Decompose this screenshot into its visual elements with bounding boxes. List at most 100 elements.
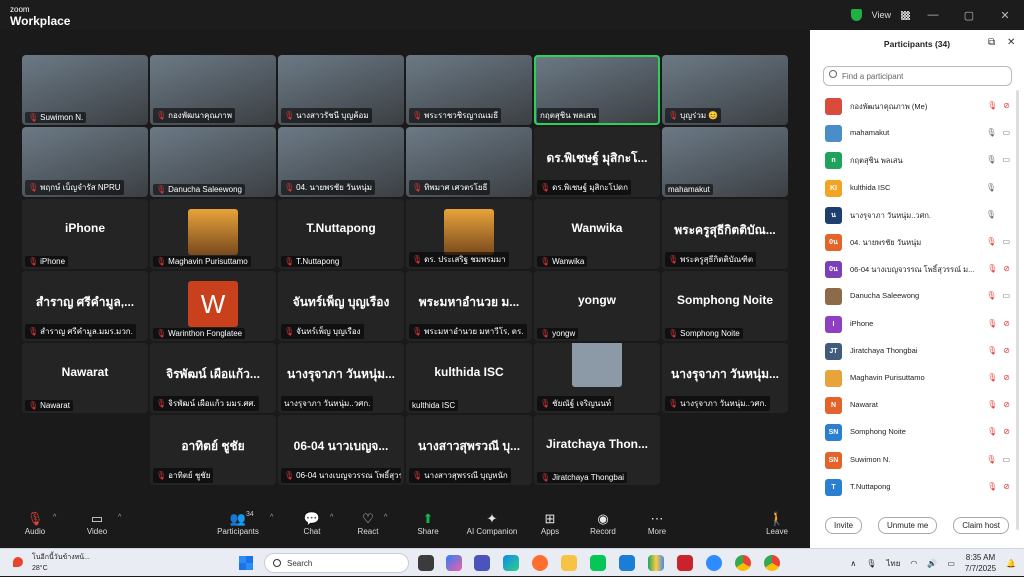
audio-caret-icon[interactable]: ^ [53,514,56,521]
participant-tile[interactable]: 🎙 นางสาวรัชนี บุญค้อม [278,55,404,125]
participant-tile[interactable]: Nawarat 🎙 Nawarat [22,343,148,413]
video-caret-icon[interactable]: ^ [118,514,121,521]
participant-tile[interactable]: 🎙 กองพัฒนาคุณภาพ [150,55,276,125]
participant-tile[interactable]: 🎙 ดร. ประเสริฐ ชมพรมมา [406,199,532,269]
edge-icon[interactable] [503,555,519,571]
invite-button[interactable]: Invite [825,517,863,534]
participant-row[interactable]: SN Suwimon N. 🎙 ▭ [810,447,1024,474]
participant-tile[interactable]: พระมหาอำนวย ม... 🎙 พระมหาอำนวย มหาวีโร, ดร… [406,271,532,341]
participant-tile[interactable]: yongw 🎙 yongw [534,271,660,341]
line-icon[interactable] [590,555,606,571]
participant-row[interactable]: น นางรุจาภา วันหนุ่ม..วศก. 🎙 [810,202,1024,229]
ai-companion-button[interactable]: ✦ AI Companion [462,511,522,536]
participant-row[interactable]: T T.Nuttapong 🎙 ⊘ [810,474,1024,501]
more-button[interactable]: ⋯ More [627,511,687,536]
participant-tile[interactable]: 06-04 นาวเบญจ... 🎙 06-04 นางเบญจวรรณ โพธิ์… [278,415,404,485]
participant-tile[interactable]: นางรุจาภา วันหนุ่ม... 🎙 นางรุจาภา วันหนุ่ม… [662,343,788,413]
participant-tile[interactable]: 🎙 ชัยณัฐ์ เจริญนนท์ [534,343,660,413]
leave-button[interactable]: 🚶 Leave [747,511,807,536]
participants-caret-icon[interactable]: ^ [270,514,273,521]
task-view-icon[interactable] [418,555,434,571]
close-panel-icon[interactable]: ✕ [1007,37,1015,48]
wifi-icon[interactable]: ◠ [910,559,917,568]
mcafee-icon[interactable] [677,555,693,571]
participant-tile[interactable]: 🎙 ทิพมาศ เศวตรโยธี [406,127,532,197]
chrome-icon[interactable] [735,555,751,571]
shield-icon[interactable] [850,9,862,21]
participant-tile[interactable]: Somphong Noite 🎙 Somphong Noite [662,271,788,341]
zoom-icon[interactable] [706,555,722,571]
record-button[interactable]: ◉ Record [573,511,633,536]
participant-tile[interactable]: นางสาวสุพรวณี บุ... 🎙 นางสาวสุพรรณี บุญหนั… [406,415,532,485]
participant-tile[interactable]: mahamakut [662,127,788,197]
copilot-icon[interactable] [446,555,462,571]
participant-row[interactable]: กองพัฒนาคุณภาพ (Me) 🎙 ⊘ [810,93,1024,120]
participant-row[interactable]: mahamakut 🎙 ▭ [810,120,1024,147]
participant-tile[interactable]: W 🎙 Warinthon Fonglatee [150,271,276,341]
participant-row[interactable]: 0น 06-04 นางเบญจวรรณ โพธิ์สุวรรณ์ ม... 🎙 ⊘ [810,256,1024,283]
participant-tile[interactable]: Jiratchaya Thon... 🎙 Jiratchaya Thongbai [534,415,660,485]
taskbar-search[interactable]: Search [264,553,409,573]
view-button[interactable]: View [872,10,891,20]
chevron-up-icon[interactable]: ∧ [850,559,856,568]
claim-host-button[interactable]: Claim host [953,517,1009,534]
apps-button[interactable]: ⊞ Apps [520,511,580,536]
microphone-icon[interactable]: 🎙 [866,559,876,568]
participant-tile[interactable]: 🎙 Suwimon N. [22,55,148,125]
teams-icon[interactable] [474,555,490,571]
notification-icon[interactable]: 🔔 [1006,559,1016,568]
participant-tile[interactable]: 🎙 บุญร่วม 😊 [662,55,788,125]
participant-row[interactable]: IiPhone 🎙 ⊘ [810,311,1024,338]
participant-row[interactable]: SN Somphong Noite 🎙 ⊘ [810,419,1024,446]
participant-row[interactable]: Danucha Saleewong 🎙 ▭ [810,283,1024,310]
participant-tile[interactable]: สำราญ ศรีคำมูล,... 🎙 สำราญ ศรีคำมูล.มมร.มว… [22,271,148,341]
mail-icon[interactable] [619,555,635,571]
language-indicator[interactable]: ไทย [886,557,900,570]
battery-icon[interactable]: ▭ [947,559,955,568]
participant-list-scrollbar[interactable] [1016,90,1019,530]
participant-tile[interactable]: 🎙 Maghavin Purisuttamo [150,199,276,269]
participants-button[interactable]: 👥 34 Participants [208,511,268,536]
participant-row[interactable]: N Nawarat 🎙 ⊘ [810,392,1024,419]
participant-tile[interactable]: T.Nuttapong 🎙 T.Nuttapong [278,199,404,269]
speaker-icon[interactable]: 🔊 [927,559,937,568]
participant-row[interactable]: n กฤตสุชิน พลเสน 🎙 ▭ [810,147,1024,174]
react-caret-icon[interactable]: ^ [384,514,387,521]
participant-tile[interactable]: 🎙 Danucha Saleewong [150,127,276,197]
chrome-profile-icon[interactable] [764,555,780,571]
firefox-icon[interactable] [532,555,548,571]
react-button[interactable]: ♡ React [338,511,398,536]
file-explorer-icon[interactable] [561,555,577,571]
close-button[interactable]: ✕ [992,9,1018,22]
weather-widget[interactable]: โนอีกนี้วันข้างหน้... 28°C [10,552,90,574]
grid-icon[interactable] [901,10,910,20]
participant-tile[interactable]: Wanwika 🎙 Wanwika [534,199,660,269]
chat-caret-icon[interactable]: ^ [330,514,333,521]
participant-row[interactable]: 0น 04. นายพรชัย วันหนุ่ม 🎙 ▭ [810,229,1024,256]
participant-row[interactable]: KI kulthida ISC 🎙 [810,175,1024,202]
participant-row[interactable]: JT Jiratchaya Thongbai 🎙 ⊘ [810,338,1024,365]
participant-tile[interactable]: จิรพัฒน์ เผือแก้ว... 🎙 จิรพัฒน์ เผือแก้ว ม… [150,343,276,413]
participant-tile[interactable]: นางรุจาภา วันหนุ่ม... นางรุจาภา วันหนุ่ม.… [278,343,404,413]
participant-tile[interactable]: จันทร์เพ็ญ บุญเรือง 🎙 จันทร์เพ็ญ บุญเรือง [278,271,404,341]
unmute-me-button[interactable]: Unmute me [877,517,938,534]
windows-start-icon[interactable] [238,555,254,571]
maximize-button[interactable]: ▢ [956,9,982,22]
participant-search-input[interactable]: Find a participant [823,66,1012,86]
participant-tile[interactable]: กฤตสุชิน พลเสน [534,55,660,125]
tile-name: mahamakut [668,185,710,194]
participant-tile[interactable]: พระครูสุธีกิตติบัณ... 🎙 พระครูสุธีกิตติบัณ… [662,199,788,269]
clock[interactable]: 8:35 AM 7/7/2025 [965,552,996,574]
participant-row[interactable]: Maghavin Purisuttamo 🎙 ⊘ [810,365,1024,392]
participant-tile[interactable]: iPhone 🎙 iPhone [22,199,148,269]
google-drive-icon[interactable] [648,555,664,571]
popout-icon[interactable]: ⧉ [988,37,995,48]
participant-tile[interactable]: ดร.พิเชษฐ์ มุสิกะโ... 🎙 ดร.พิเชษฐ์ มุสิกะโ… [534,127,660,197]
participant-tile[interactable]: อาทิตย์ ชูชัย 🎙 อาทิตย์ ชูชัย [150,415,276,485]
participant-tile[interactable]: 🎙 พฤกษ์ เบ็ญจำรัส NPRU [22,127,148,197]
participant-tile[interactable]: kulthida ISC kulthida ISC [406,343,532,413]
minimize-button[interactable]: — [920,9,946,21]
participant-tile[interactable]: 🎙 04. นายพรชัย วันหนุ่ม [278,127,404,197]
participant-tile[interactable]: 🎙 พระราชวชิรญาณเมธี [406,55,532,125]
share-button[interactable]: ⬆ Share [398,511,458,536]
